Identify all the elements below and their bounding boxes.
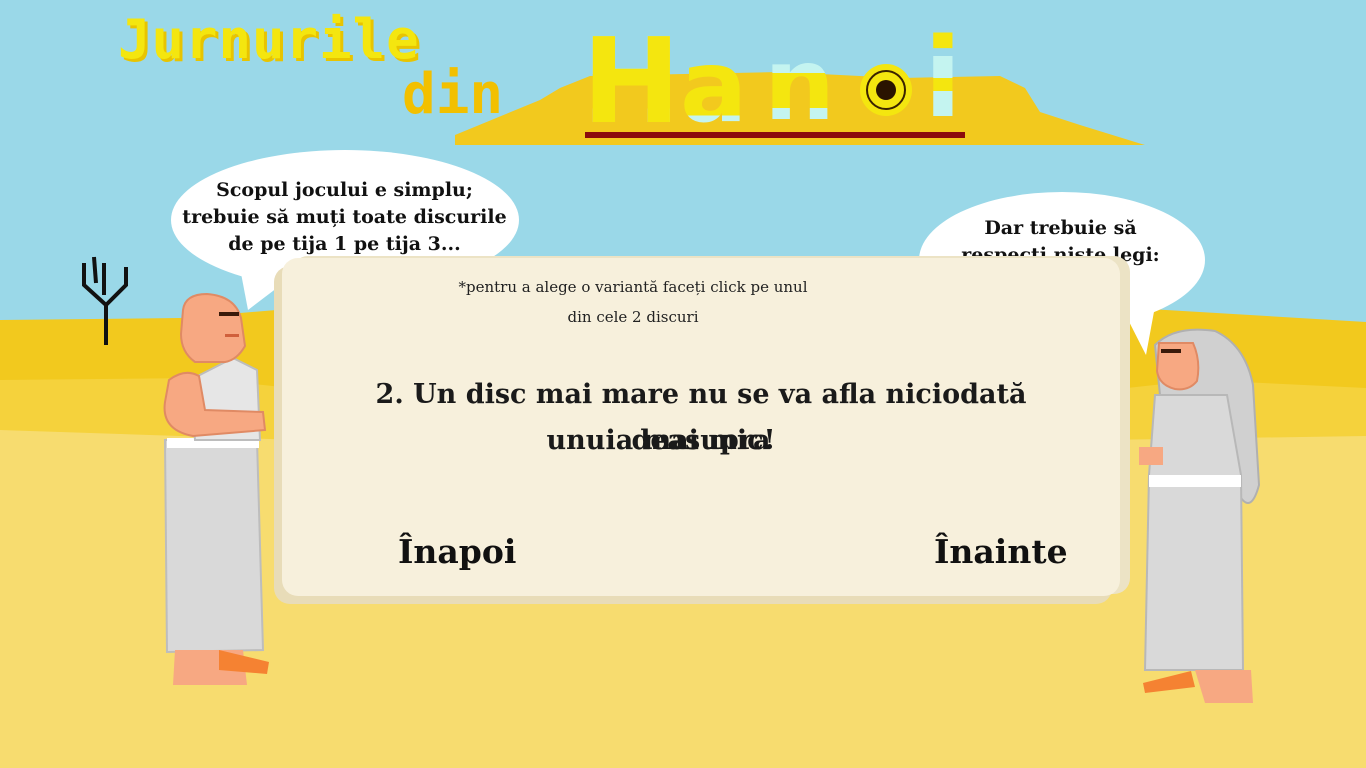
hint-line-2: din cele 2 discuri bbox=[567, 308, 699, 326]
bubble-left-text: Scopul jocului e simplu; trebuie să muți… bbox=[182, 178, 507, 255]
title-letter-h: H bbox=[582, 12, 681, 150]
title-line-2: din bbox=[402, 62, 504, 127]
distant-figure-icon bbox=[82, 256, 128, 345]
back-button[interactable]: Înapoi bbox=[398, 532, 516, 571]
rule-line-2: unuia mai mic! bbox=[546, 425, 776, 456]
title-letter-n: n bbox=[764, 26, 836, 143]
instruction-panel: *pentru a alege o variantă faceți click … bbox=[282, 258, 1120, 596]
title-letter-a: a bbox=[680, 28, 748, 145]
title-underline bbox=[585, 132, 965, 138]
title-line-1: Jurnurile bbox=[118, 8, 420, 71]
game-scene: Jurnurile din H a n i Scopul jocului e s… bbox=[0, 0, 1366, 768]
hint-line-1: *pentru a alege o variantă faceți click … bbox=[458, 278, 808, 296]
monk-right-character bbox=[1139, 328, 1261, 703]
next-button[interactable]: Înainte bbox=[934, 532, 1068, 571]
disc-o-icon bbox=[860, 64, 912, 116]
monk-left-character bbox=[163, 292, 269, 685]
title-letter-i: i bbox=[924, 14, 962, 142]
